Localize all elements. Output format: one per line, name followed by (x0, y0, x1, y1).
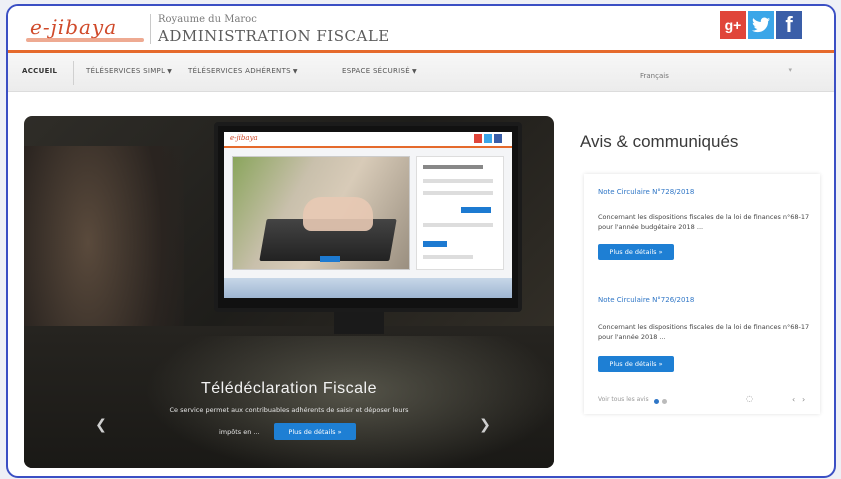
nav-item-teleservices-simpl[interactable]: TÉLÉSERVICES SIMPL ▼ (86, 67, 172, 75)
news-item-title[interactable]: Note Circulaire N°726/2018 (598, 296, 694, 304)
news-section-title: Avis & communiqués (580, 132, 739, 151)
language-select-input[interactable] (628, 68, 798, 84)
google-plus-glyph: g+ (724, 17, 742, 33)
hero-slider: e-jibaya Télédéclaration Fiscale Ce serv… (24, 116, 554, 468)
chevron-down-icon: ▼ (412, 68, 417, 75)
screen-form-line (423, 179, 493, 183)
nav-item-teleservices-adherents[interactable]: TÉLÉSERVICES ADHÉRENTS ▼ (188, 67, 298, 75)
screen-twitter-icon (484, 134, 492, 143)
screen-site-header: e-jibaya (224, 132, 512, 148)
header-divider (150, 14, 151, 44)
monitor-screen: e-jibaya (224, 132, 512, 298)
pause-icon[interactable]: ◌ (746, 394, 753, 403)
site-logo[interactable]: e-jibaya (30, 15, 117, 39)
administration-title: ADMINISTRATION FISCALE (158, 27, 390, 45)
nav-label: ACCUEIL (22, 67, 58, 75)
pager-dot[interactable] (662, 399, 667, 404)
screen-form-button (423, 241, 447, 247)
hero-title: Télédéclaration Fiscale (200, 380, 378, 397)
screen-form-button (461, 207, 491, 213)
screen-hands (303, 197, 373, 231)
news-item-title[interactable]: Note Circulaire N°728/2018 (598, 188, 694, 196)
hero-keyboard-glow (144, 336, 554, 468)
kingdom-text: Royaume du Maroc (158, 14, 257, 25)
chevron-down-icon: ▼ (292, 68, 298, 75)
news-item-text: Concernant les dispositions fiscales de … (598, 323, 810, 341)
news-more-button[interactable]: Plus de détails » (598, 356, 674, 372)
twitter-bird-icon (752, 17, 770, 33)
screen-form-line (423, 223, 493, 227)
nav-separator (73, 61, 74, 85)
nav-item-accueil[interactable]: ACCUEIL (22, 67, 57, 75)
hero-monitor: e-jibaya (214, 122, 522, 312)
screen-form-line (423, 191, 493, 195)
main-nav: ACCUEIL TÉLÉSERVICES SIMPL ▼ TÉLÉSERVICES… (8, 53, 834, 92)
news-panel: Note Circulaire N°728/2018 Concernant le… (584, 174, 820, 414)
screen-login-form (416, 156, 504, 270)
screen-logo: e-jibaya (230, 134, 258, 142)
facebook-icon[interactable]: f (776, 11, 802, 39)
chevron-down-icon: ▼ (167, 68, 173, 75)
screen-form-line (423, 165, 483, 169)
site-header: e-jibaya Royaume du Maroc ADMINISTRATION… (8, 6, 834, 53)
google-plus-icon[interactable]: g+ (720, 11, 746, 39)
hero-more-button[interactable]: Plus de détails » (274, 423, 356, 440)
screen-form-line (423, 255, 473, 259)
chevron-right-icon[interactable]: › (802, 395, 805, 404)
nav-label: ESPACE SÉCURISÉ (342, 67, 411, 75)
facebook-glyph: f (785, 12, 793, 37)
language-select[interactable]: ▾ (628, 63, 798, 84)
news-item-text: Concernant les dispositions fiscales de … (598, 213, 810, 231)
news-footer-link[interactable]: Voir tous les avis (598, 396, 649, 403)
slider-next-icon[interactable]: ❯ (479, 414, 491, 436)
nav-label: TÉLÉSERVICES ADHÉRENTS (188, 67, 291, 75)
screen-taskbar (224, 278, 512, 298)
twitter-icon[interactable] (748, 11, 774, 39)
hero-description: Ce service permet aux contribuables adhé… (169, 406, 409, 414)
screen-slider-button (320, 256, 340, 262)
chevron-down-icon: ▾ (788, 66, 792, 74)
news-more-button[interactable]: Plus de détails » (598, 244, 674, 260)
slider-prev-icon[interactable]: ❮ (95, 414, 107, 436)
news-footer: Voir tous les avis ◌ ‹ › (598, 394, 808, 406)
browser-frame: e-jibaya Royaume du Maroc ADMINISTRATION… (6, 4, 836, 478)
screen-facebook-icon (494, 134, 502, 143)
nav-label: TÉLÉSERVICES SIMPL (86, 67, 166, 75)
chevron-left-icon[interactable]: ‹ (792, 395, 795, 404)
nav-item-espace-securise[interactable]: ESPACE SÉCURISÉ ▼ (342, 67, 417, 75)
hero-cta-label: impôts en ... (219, 428, 260, 436)
screen-photo (232, 156, 410, 270)
logo-swoosh (26, 38, 144, 42)
screen-google-plus-icon (474, 134, 482, 143)
pager-dot[interactable] (654, 399, 659, 404)
